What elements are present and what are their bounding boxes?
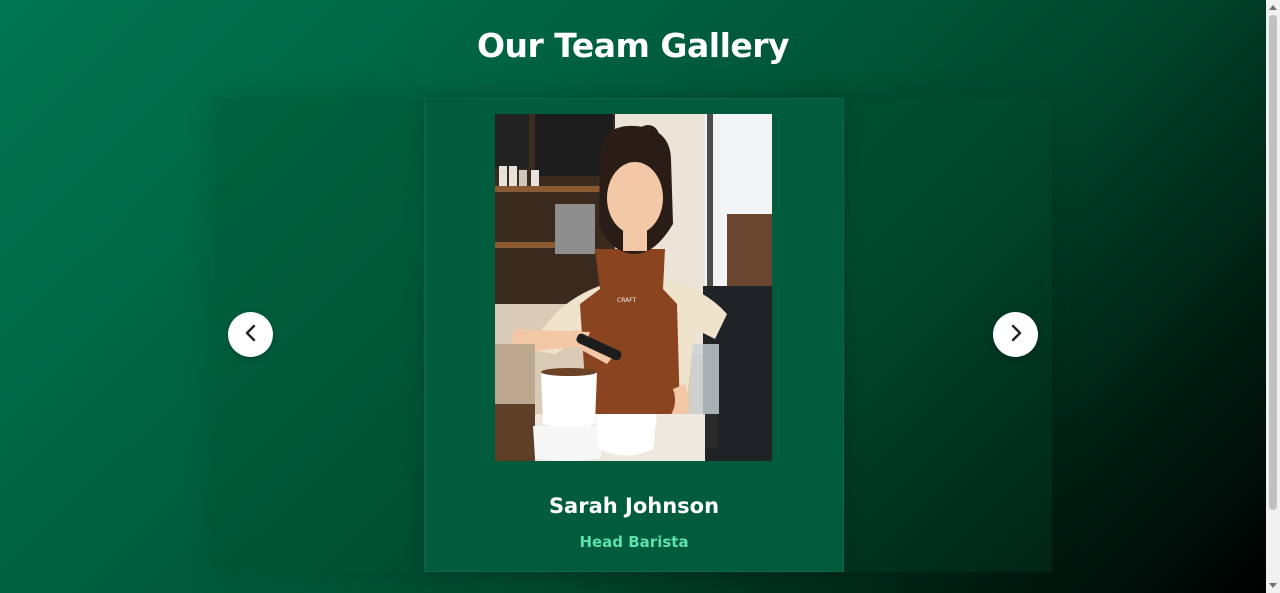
scrollbar-thumb[interactable] (1269, 15, 1277, 510)
next-slide-button[interactable] (993, 312, 1038, 357)
vertical-scrollbar[interactable] (1266, 0, 1280, 593)
team-member-role: Head Barista (579, 533, 689, 551)
previous-slide-button[interactable] (228, 312, 273, 357)
team-member-name: Sarah Johnson (548, 494, 720, 518)
page-viewport: Our Team Gallery CRAFT Sarah Johnson Hea… (0, 0, 1266, 593)
scroll-up-arrow-icon[interactable] (1266, 0, 1280, 14)
apron-logo-text: CRAFT (617, 297, 637, 304)
scroll-down-arrow-icon[interactable] (1266, 579, 1280, 593)
page-title: Our Team Gallery (476, 26, 790, 65)
chevron-right-icon (1009, 324, 1023, 345)
team-member-card: CRAFT Sarah Johnson Head Barista (424, 98, 844, 572)
team-member-photo: CRAFT (495, 114, 772, 461)
chevron-left-icon (244, 324, 258, 345)
